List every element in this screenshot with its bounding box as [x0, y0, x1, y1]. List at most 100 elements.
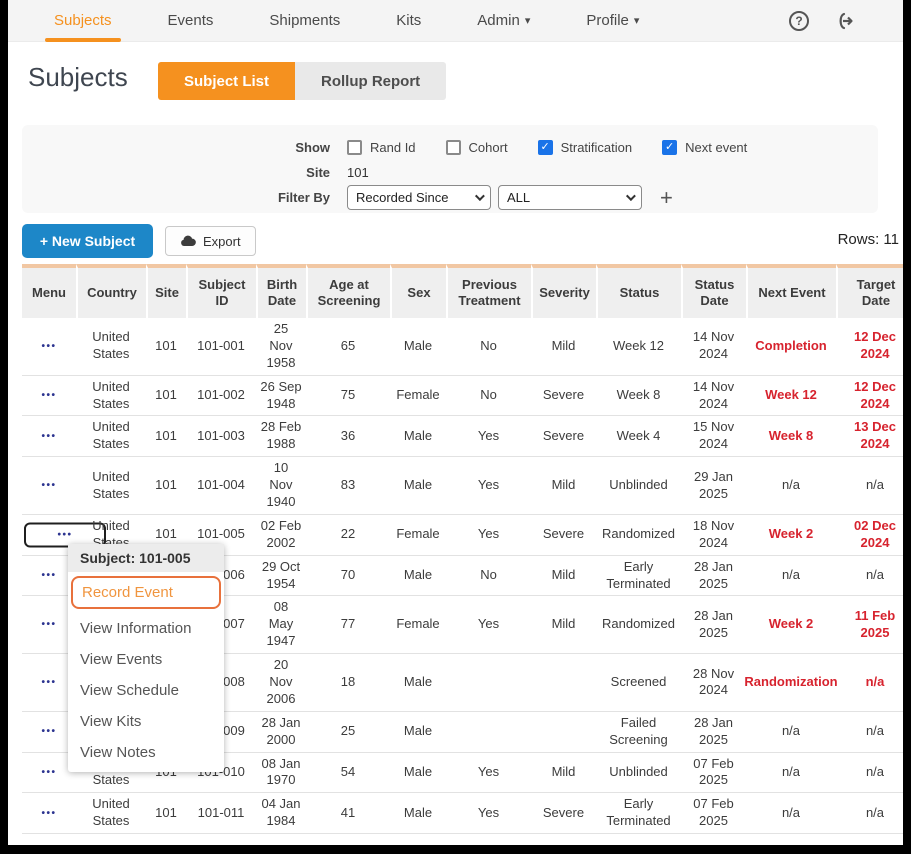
- show-label: Show: [22, 140, 330, 155]
- cell-birth-date: 20 Nov 2006: [256, 654, 306, 711]
- add-filter-button[interactable]: +: [660, 187, 673, 209]
- logout-icon[interactable]: [835, 11, 857, 31]
- checkbox-next-event[interactable]: ✓Next event: [662, 140, 747, 155]
- cell-birth-date: 08 May 1947: [256, 596, 306, 653]
- new-subject-button[interactable]: + New Subject: [22, 224, 153, 258]
- column-header-previous-treatment: Previous Treatment: [446, 264, 531, 318]
- context-menu-item-view-notes[interactable]: View Notes: [68, 737, 224, 768]
- cell-severity: Severe: [531, 793, 596, 833]
- cell-status-date: 14 Nov 2024: [681, 318, 746, 375]
- row-menu-button-101-004[interactable]: •••: [33, 476, 64, 495]
- row-menu-button-101-007[interactable]: •••: [33, 615, 64, 634]
- cell-age: 77: [306, 596, 390, 653]
- nav-item-shipments[interactable]: Shipments: [269, 0, 340, 42]
- column-header-subject-id: Subject ID: [186, 264, 256, 318]
- cell-menu: •••: [22, 457, 76, 514]
- column-header-status-date: Status Date: [681, 264, 746, 318]
- nav-item-admin[interactable]: Admin▾: [477, 0, 530, 42]
- checkbox-box-rand-id[interactable]: [347, 140, 362, 155]
- row-menu-button-101-008[interactable]: •••: [33, 673, 64, 692]
- context-menu-item-view-schedule[interactable]: View Schedule: [68, 675, 224, 706]
- checkbox-stratification[interactable]: ✓ Stratification: [538, 140, 633, 155]
- site-label: Site: [22, 165, 330, 180]
- nav-item-subjects[interactable]: Subjects: [54, 0, 112, 42]
- row-menu-button-101-002[interactable]: •••: [33, 386, 64, 405]
- column-header-next-event: Next Event: [746, 264, 836, 318]
- checkbox-label: Cohort: [469, 140, 508, 155]
- row-menu-button-101-010[interactable]: •••: [33, 763, 64, 782]
- filter-selects: Recorded Since ALL +: [347, 185, 673, 210]
- table-row-101-004: •••United States101101-00410 Nov 194083M…: [22, 457, 903, 515]
- nav-item-events[interactable]: Events: [168, 0, 214, 42]
- tab-rollup-report[interactable]: Rollup Report: [295, 62, 446, 100]
- row-menu-button-101-006[interactable]: •••: [33, 566, 64, 585]
- checkbox-label: Stratification: [561, 140, 633, 155]
- context-menu-item-view-kits[interactable]: View Kits: [68, 706, 224, 737]
- context-menu-item-record-event[interactable]: Record Event: [71, 576, 221, 609]
- export-button[interactable]: Export: [165, 226, 256, 256]
- nav-items: Subjects Events Shipments Kits Admin▾ Profile…: [54, 0, 639, 42]
- cell-next-event: n/a: [746, 712, 836, 752]
- cell-status: Unblinded: [596, 753, 681, 793]
- cell-next-event: n/a: [746, 556, 836, 596]
- cell-country: United States: [76, 457, 146, 514]
- context-menu-item-view-events[interactable]: View Events: [68, 644, 224, 675]
- context-menu-item-view-information[interactable]: View Information: [68, 613, 224, 644]
- cell-prev-treatment: Yes: [446, 596, 531, 653]
- site-value: 101: [347, 165, 369, 180]
- cell-age: 41: [306, 793, 390, 833]
- cloud-export-icon: [180, 235, 196, 247]
- cell-target-date: n/a: [836, 556, 903, 596]
- cell-country: United States: [76, 318, 146, 375]
- filter-select-1[interactable]: Recorded Since: [347, 185, 491, 210]
- nav-item-kits[interactable]: Kits: [396, 0, 421, 42]
- checkbox-cohort[interactable]: Cohort: [446, 140, 508, 155]
- column-header-birth-date: Birth Date: [256, 264, 306, 318]
- cell-prev-treatment: [446, 712, 531, 752]
- cell-target-date: n/a: [836, 654, 903, 711]
- row-menu-button-101-011[interactable]: •••: [33, 804, 64, 823]
- cell-sex: Female: [390, 376, 446, 416]
- context-menu-header: Subject: 101-005: [68, 544, 224, 572]
- cell-target-date: n/a: [836, 712, 903, 752]
- cell-target-date: 12 Dec 2024: [836, 376, 903, 416]
- cell-sex: Male: [390, 556, 446, 596]
- filter-select-2[interactable]: ALL: [498, 185, 642, 210]
- cell-next-event: Week 12: [746, 376, 836, 416]
- cell-next-event: Week 8: [746, 416, 836, 456]
- cell-age: 75: [306, 376, 390, 416]
- row-menu-button-101-001[interactable]: •••: [33, 337, 64, 356]
- help-icon[interactable]: ?: [789, 11, 809, 31]
- row-menu-button-101-009[interactable]: •••: [33, 722, 64, 741]
- cell-severity: Mild: [531, 457, 596, 514]
- checkbox-box-stratification[interactable]: ✓: [538, 140, 553, 155]
- column-header-sex: Sex: [390, 264, 446, 318]
- filter-select-value: Recorded Since: [356, 190, 449, 205]
- checkbox-box-cohort[interactable]: [446, 140, 461, 155]
- cell-severity: Severe: [531, 416, 596, 456]
- cell-country: United States: [76, 376, 146, 416]
- column-header-country: Country: [76, 264, 146, 318]
- nav-item-label: Shipments: [269, 12, 340, 29]
- cell-birth-date: 25 Nov 1958: [256, 318, 306, 375]
- cell-severity: Mild: [531, 753, 596, 793]
- cell-prev-treatment: No: [446, 376, 531, 416]
- cell-status: Randomized: [596, 515, 681, 555]
- top-navbar: Subjects Events Shipments Kits Admin▾ Profile…: [8, 0, 903, 42]
- cell-site: 101: [146, 793, 186, 833]
- cell-status-date: 15 Nov 2024: [681, 416, 746, 456]
- cell-age: 25: [306, 712, 390, 752]
- table-row-101-001: •••United States101101-00125 Nov 195865M…: [22, 318, 903, 376]
- cell-next-event: Completion: [746, 318, 836, 375]
- checkbox-rand-id[interactable]: Rand Id: [347, 140, 416, 155]
- cell-status-date: 07 Feb 2025: [681, 753, 746, 793]
- nav-item-profile[interactable]: Profile▾: [586, 0, 639, 42]
- tab-subject-list[interactable]: Subject List: [158, 62, 295, 100]
- column-header-severity: Severity: [531, 264, 596, 318]
- cell-status-date: 18 Nov 2024: [681, 515, 746, 555]
- cell-prev-treatment: No: [446, 556, 531, 596]
- cell-subject-id: 101-004: [186, 457, 256, 514]
- filter-by-row: Filter By Recorded SinceALL+: [22, 185, 878, 210]
- checkbox-box-next-event[interactable]: ✓: [662, 140, 677, 155]
- row-menu-button-101-003[interactable]: •••: [33, 427, 64, 446]
